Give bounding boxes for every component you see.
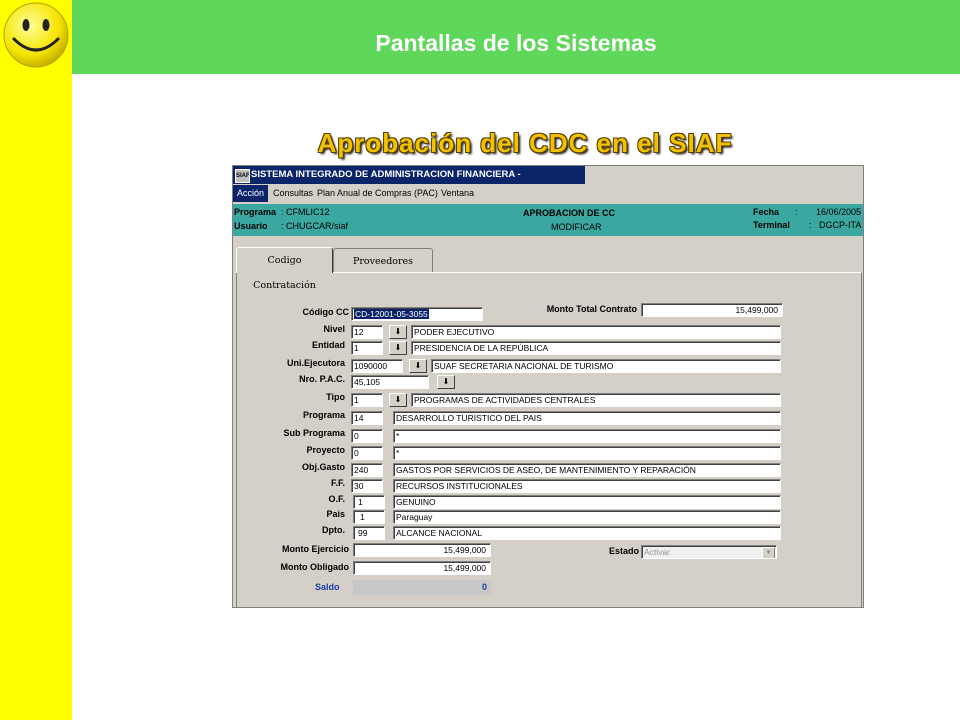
menu-bar: Acción Consultas Plan Anual de Compras (… [233, 185, 863, 202]
objgasto-desc-field[interactable]: GASTOS POR SERVICIOS DE ASEO, DE MANTENI… [393, 463, 781, 477]
pac-lookup-button[interactable]: ⬇ [437, 375, 455, 389]
proyecto-label: Proyecto [306, 445, 345, 455]
of-desc-field[interactable]: GENUINO [393, 495, 781, 509]
nivel-label: Nivel [323, 324, 345, 334]
tab-proveedores[interactable]: Proveedores [333, 248, 433, 273]
menu-consultas[interactable]: Consultas [269, 185, 317, 202]
down-arrow-icon: ⬇ [394, 327, 402, 336]
codigo-cc-label: Código CC [302, 307, 350, 317]
nivel-code-field[interactable]: 12 [351, 325, 383, 339]
programa-label: Programa [234, 207, 277, 217]
codigo-cc-field[interactable]: CD-12001-05-3055 [351, 307, 483, 321]
subprograma-desc-field[interactable]: * [393, 429, 781, 443]
menu-plan-anual[interactable]: Plan Anual de Compras (PAC) [313, 185, 442, 202]
tipo-label: Tipo [326, 392, 345, 402]
pac-field[interactable]: 45,105 [351, 375, 429, 389]
tab-codigo-contratacion[interactable]: Codigo Contratación [236, 247, 333, 291]
saldo-label: Saldo [315, 582, 340, 592]
estado-value: Activar [644, 547, 670, 557]
ff-code-field[interactable]: 30 [351, 479, 383, 493]
programa-value: : CFMLIC12 [281, 207, 330, 217]
uni-ejecutora-lookup-button[interactable]: ⬇ [409, 359, 427, 373]
proyecto-desc-field[interactable]: * [393, 446, 781, 460]
subprograma-label: Sub Programa [283, 428, 345, 438]
monto-total-label: Monto Total Contrato [546, 304, 637, 314]
programa-code-field[interactable]: 14 [351, 411, 383, 425]
terminal-label: Terminal [753, 220, 790, 230]
objgasto-label: Obj.Gasto [301, 462, 345, 472]
info-bar: Programa : CFMLIC12 Usuario : CHUGCAR/si… [233, 204, 863, 236]
down-arrow-icon: ⬇ [394, 343, 402, 352]
monto-ejercicio-field[interactable]: 15,499,000 [353, 543, 491, 557]
subprograma-code-field[interactable]: 0 [351, 429, 383, 443]
left-sidebar-band [0, 0, 72, 720]
entidad-desc-field[interactable]: PRESIDENCIA DE LA REPÚBLICA [411, 341, 781, 355]
down-arrow-icon: ⬇ [414, 361, 422, 370]
terminal-sep: : [809, 220, 812, 230]
uni-ejecutora-code-field[interactable]: 1090000 [351, 359, 403, 373]
window-titlebar: SIAF SISTEMA INTEGRADO DE ADMINISTRACION… [233, 166, 583, 184]
saldo-field: 0 [353, 580, 491, 595]
terminal-value: DGCP-ITA [819, 220, 862, 230]
entidad-lookup-button[interactable]: ⬇ [389, 341, 407, 355]
proyecto-code-field[interactable]: 0 [351, 446, 383, 460]
chevron-down-icon: ▼ [762, 547, 775, 558]
uni-ejecutora-label: Uni.Ejecutora [286, 358, 345, 368]
down-arrow-icon: ⬇ [442, 377, 450, 386]
nivel-desc-field[interactable]: PODER EJECUTIVO [411, 325, 781, 339]
app-icon: SIAF [235, 169, 250, 183]
fecha-value: 16/06/2005 [816, 207, 862, 217]
ff-label: F.F. [330, 478, 345, 488]
nivel-lookup-button[interactable]: ⬇ [389, 325, 407, 339]
down-arrow-icon: ⬇ [394, 395, 402, 404]
uni-ejecutora-desc-field[interactable]: SUAF SECRETARIA NACIONAL DE TURISMO [431, 359, 781, 373]
form-panel: Código CC CD-12001-05-3055 Monto Total C… [236, 272, 862, 608]
monto-obligado-label: Monto Obligado [280, 562, 349, 572]
monto-ejercicio-label: Monto Ejercicio [281, 544, 349, 554]
screen-title: APROBACION DE CC [523, 208, 616, 218]
codigo-cc-value: CD-12001-05-3055 [354, 309, 429, 319]
pac-label: Nro. P.A.C. [299, 374, 345, 384]
menu-accion[interactable]: Acción [233, 185, 269, 202]
tipo-desc-field[interactable]: PROGRAMAS DE ACTIVIDADES CENTRALES [411, 393, 781, 407]
entidad-code-field[interactable]: 1 [351, 341, 383, 355]
usuario-label: Usuario [234, 221, 268, 231]
pais-desc-field[interactable]: Paraguay [393, 510, 781, 524]
monto-total-field[interactable]: 15,499,000 [641, 303, 783, 317]
window-title: SISTEMA INTEGRADO DE ADMINISTRACION FINA… [251, 169, 521, 180]
titlebar-edge [583, 166, 585, 184]
fecha-label: Fecha [753, 207, 780, 217]
ff-desc-field[interactable]: RECURSOS INSTITUCIONALES [393, 479, 781, 493]
slide-subtitle: Aprobación del CDC en el SIAF [317, 128, 733, 158]
pais-label: Pais [326, 509, 345, 519]
estado-label: Estado [608, 546, 639, 556]
smiley-face-icon [3, 2, 69, 68]
dpto-code-field[interactable]: 99 [353, 526, 385, 540]
fecha-sep: : [795, 207, 798, 217]
pais-code-field[interactable]: 1 [353, 510, 385, 524]
menu-ventana[interactable]: Ventana [437, 185, 478, 202]
objgasto-code-field[interactable]: 240 [351, 463, 383, 477]
entidad-label: Entidad [312, 340, 345, 350]
siaf-window: SIAF SISTEMA INTEGRADO DE ADMINISTRACION… [232, 165, 864, 608]
of-code-field[interactable]: 1 [353, 495, 385, 509]
tipo-code-field[interactable]: 1 [351, 393, 383, 407]
estado-select[interactable]: Activar ▼ [641, 545, 777, 559]
usuario-value: : CHUGCAR/siaf [281, 221, 349, 231]
dpto-desc-field[interactable]: ALCANCE NACIONAL [393, 526, 781, 540]
of-label: O.F. [328, 494, 345, 504]
programa-desc-field[interactable]: DESARROLLO TURISTICO DEL PAIS [393, 411, 781, 425]
slide-title: Pantallas de los Sistemas [375, 30, 657, 56]
screen-mode: MODIFICAR [551, 222, 602, 232]
programa-label: Programa [302, 410, 345, 420]
monto-obligado-field[interactable]: 15,499,000 [353, 561, 491, 575]
tipo-lookup-button[interactable]: ⬇ [389, 393, 407, 407]
dpto-label: Dpto. [322, 525, 345, 535]
